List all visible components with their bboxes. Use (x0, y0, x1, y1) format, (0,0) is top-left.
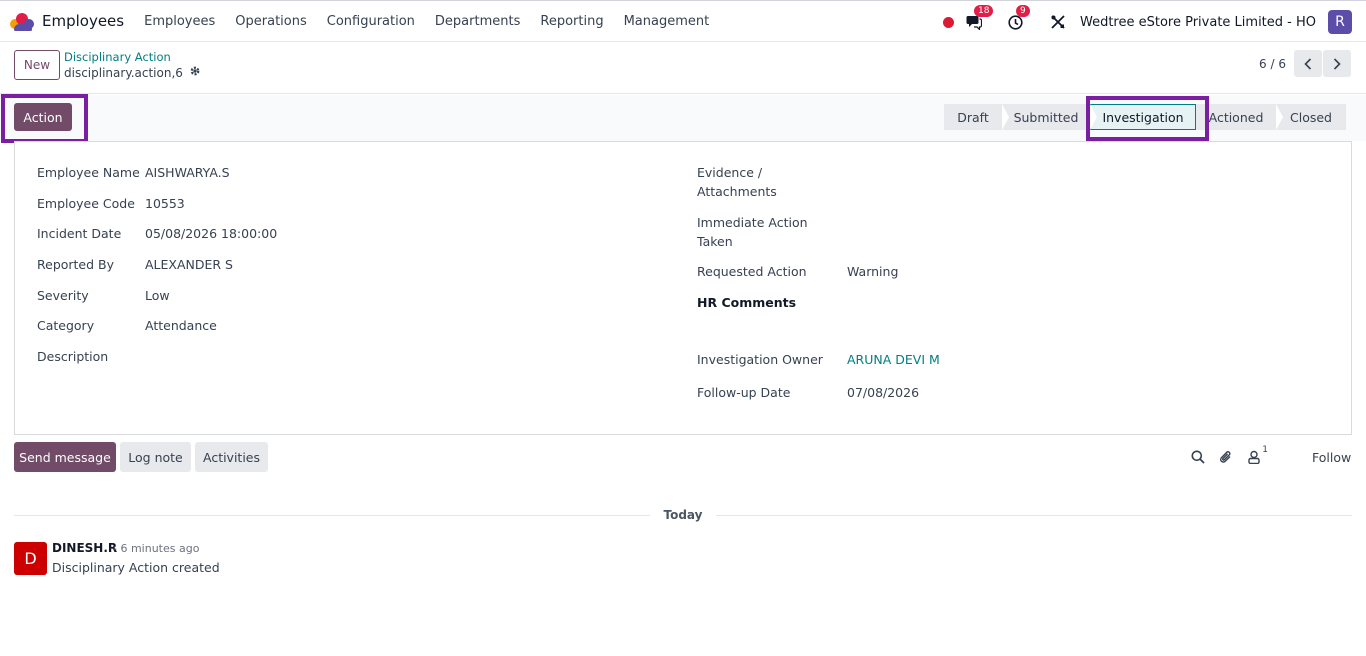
activities-badge: 9 (1015, 5, 1030, 17)
messages-icon[interactable]: 18 (964, 5, 994, 32)
pager-next-button[interactable] (1323, 50, 1351, 77)
message-timestamp: - 6 minutes ago (113, 542, 200, 555)
severity-value[interactable]: Low (145, 288, 170, 303)
user-avatar[interactable]: R (1328, 10, 1352, 34)
severity-label: Severity (37, 288, 89, 303)
send-message-button[interactable]: Send message (14, 442, 116, 472)
form-sheet: Employee Name AISHWARYA.S Employee Code … (14, 141, 1352, 435)
employees-app-icon (10, 11, 36, 31)
search-icon[interactable] (1188, 448, 1208, 466)
stage-closed[interactable]: Closed (1276, 104, 1346, 130)
app-brand[interactable]: Employees (10, 11, 144, 31)
pager-value[interactable]: 6 / 6 (1259, 57, 1286, 71)
evidence-label-line2: Attachments (697, 184, 777, 199)
log-note-button[interactable]: Log note (120, 442, 191, 472)
breadcrumb-current: disciplinary.action,6 (64, 65, 201, 80)
evidence-label-line1: Evidence / (697, 165, 763, 180)
followup-date-label: Follow-up Date (697, 385, 791, 400)
followers-icon[interactable]: 1 (1244, 445, 1268, 466)
category-value[interactable]: Attendance (145, 318, 217, 333)
date-separator-today: Today (663, 508, 703, 522)
follower-count: 1 (1262, 445, 1268, 455)
reported-by-label: Reported By (37, 257, 115, 272)
menu-operations[interactable]: Operations (235, 14, 306, 29)
immediate-action-label-line2: Taken (697, 234, 733, 249)
investigation-stage-highlight (1086, 96, 1209, 141)
activities-clock-icon[interactable]: 9 (1006, 5, 1030, 32)
top-navbar: Employees Employees Operations Configura… (0, 0, 1366, 42)
employee-name-value[interactable]: AISHWARYA.S (145, 165, 230, 180)
breadcrumb-parent[interactable]: Disciplinary Action (64, 50, 171, 64)
description-label: Description (37, 349, 109, 364)
investigation-owner-link[interactable]: ARUNA DEVI M (847, 352, 940, 367)
menu-reporting[interactable]: Reporting (540, 14, 603, 29)
employee-name-label: Employee Name (37, 165, 140, 180)
debug-tools-icon[interactable] (1048, 12, 1068, 32)
hr-comments-title: HR Comments (697, 295, 797, 310)
requested-action-label: Requested Action (697, 264, 807, 279)
date-divider-left (14, 515, 650, 516)
menu-management[interactable]: Management (624, 14, 710, 29)
main-menu: Employees Operations Configuration Depar… (144, 14, 729, 29)
requested-action-value[interactable]: Warning (847, 264, 898, 279)
stage-draft[interactable]: Draft (944, 104, 1009, 130)
date-divider-right (716, 515, 1352, 516)
message-author-avatar[interactable]: D (14, 542, 47, 575)
follow-button[interactable]: Follow (1312, 450, 1351, 465)
incident-date-value[interactable]: 05/08/2026 18:00:00 (145, 226, 277, 241)
immediate-action-label-line1: Immediate Action (697, 215, 808, 230)
control-panel: New Disciplinary Action disciplinary.act… (0, 42, 1366, 94)
app-name: Employees (42, 12, 125, 30)
employee-code-value[interactable]: 10553 (145, 196, 185, 211)
investigation-owner-label: Investigation Owner (697, 352, 823, 367)
menu-employees[interactable]: Employees (144, 14, 215, 29)
message-author[interactable]: DINESH.R (52, 541, 117, 555)
chevron-right-icon (1333, 57, 1341, 70)
messages-badge: 18 (973, 5, 994, 17)
incident-date-label: Incident Date (37, 226, 122, 241)
menu-departments[interactable]: Departments (435, 14, 520, 29)
menu-configuration[interactable]: Configuration (327, 14, 415, 29)
stage-submitted[interactable]: Submitted (1002, 104, 1097, 130)
message-body: Disciplinary Action created (52, 560, 220, 575)
reported-by-value[interactable]: ALEXANDER S (145, 257, 233, 272)
chevron-left-icon (1304, 57, 1312, 70)
category-label: Category (37, 318, 95, 333)
pager-previous-button[interactable] (1294, 50, 1322, 77)
activities-button[interactable]: Activities (195, 442, 268, 472)
paperclip-icon[interactable] (1216, 448, 1236, 466)
gear-icon[interactable] (189, 65, 201, 80)
recording-indicator-icon[interactable] (942, 16, 954, 28)
company-switcher[interactable]: Wedtree eStore Private Limited - HO (1080, 15, 1316, 30)
record-name: disciplinary.action,6 (64, 65, 183, 80)
followup-date-value[interactable]: 07/08/2026 (847, 385, 919, 400)
navbar-systray: 18 9 Wedtree eStore Private Limited - HO… (942, 1, 1366, 43)
action-button[interactable]: Action (14, 103, 72, 131)
chatter-toolbar: 1 (1188, 445, 1272, 466)
employee-code-label: Employee Code (37, 196, 135, 211)
new-button[interactable]: New (14, 50, 60, 80)
